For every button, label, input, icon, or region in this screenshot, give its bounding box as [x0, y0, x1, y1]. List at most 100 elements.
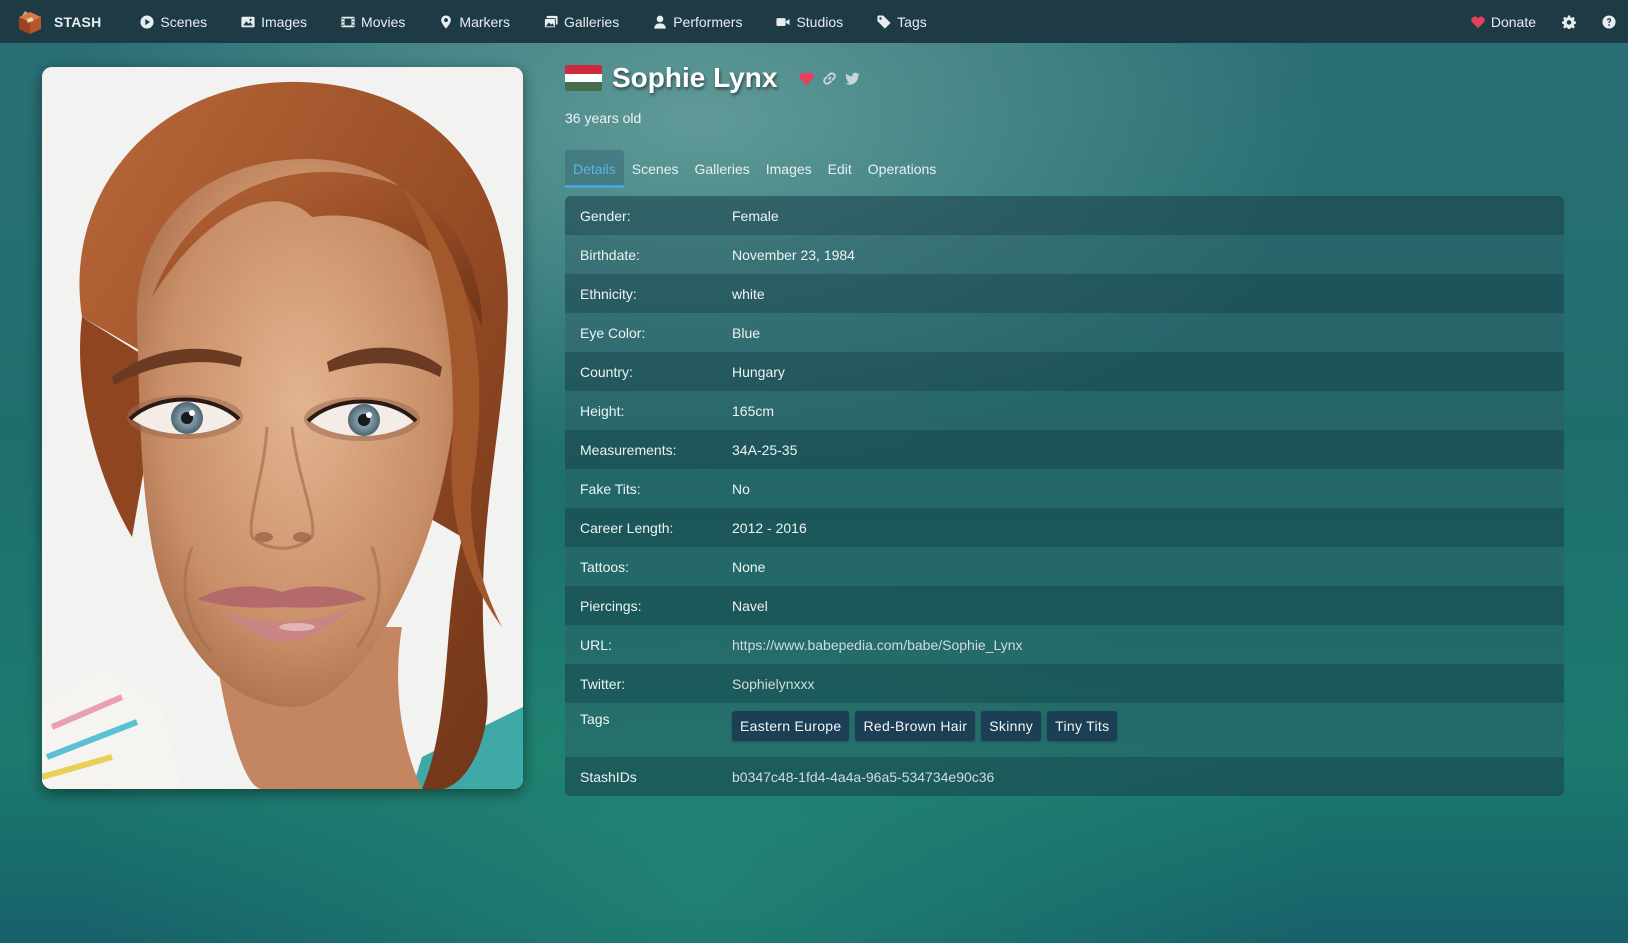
detail-label: StashIDs — [580, 769, 637, 785]
detail-row-twitter: Twitter: Sophielynxxx — [565, 664, 1564, 703]
detail-row-url: URL: https://www.babepedia.com/babe/Soph… — [565, 625, 1564, 664]
country-flag-icon — [565, 65, 602, 91]
nav-tags-label: Tags — [897, 13, 927, 30]
detail-label: Gender: — [580, 207, 631, 224]
nav-images[interactable]: Images — [224, 0, 324, 43]
tag-list: Eastern Europe Red-Brown Hair Skinny Tin… — [732, 711, 1123, 741]
detail-label: Height: — [580, 402, 625, 419]
detail-row-tags: Tags Eastern Europe Red-Brown Hair Skinn… — [565, 703, 1564, 757]
detail-label: Birthdate: — [580, 246, 640, 263]
detail-label: Tags — [580, 711, 610, 727]
flag-stripe-bottom — [565, 82, 602, 91]
details-table: Gender: Female Birthdate: November 23, 1… — [565, 196, 1564, 796]
question-circle-icon — [1602, 14, 1616, 29]
tag-badge[interactable]: Skinny — [981, 711, 1042, 741]
nav-markers-label: Markers — [459, 13, 510, 30]
detail-label: Measurements: — [580, 441, 677, 458]
detail-value: Female — [732, 207, 779, 224]
detail-value: November 23, 1984 — [732, 246, 855, 263]
nav-images-label: Images — [261, 13, 308, 30]
tab-edit[interactable]: Edit — [820, 150, 860, 188]
detail-value: Navel — [732, 597, 768, 614]
detail-value: 34A-25-35 — [732, 441, 798, 458]
detail-row-eye-color: Eye Color: Blue — [565, 313, 1564, 352]
detail-value: 165cm — [732, 402, 775, 419]
stash-logo-icon — [19, 10, 41, 34]
stashid-link[interactable]: b0347c48-1fd4-4a4a-96a5-534734e90c36 — [732, 769, 994, 785]
detail-row-career-length: Career Length: 2012 - 2016 — [565, 508, 1564, 547]
donate-link[interactable]: Donate — [1458, 0, 1549, 43]
tag-badge[interactable]: Eastern Europe — [732, 711, 850, 741]
nav-markers[interactable]: Markers — [422, 0, 527, 43]
performer-age: 36 years old — [565, 110, 642, 126]
detail-value: Hungary — [732, 363, 785, 380]
nav-scenes-label: Scenes — [160, 13, 208, 30]
detail-row-fake-tits: Fake Tits: No — [565, 469, 1564, 508]
help-button[interactable] — [1589, 0, 1628, 43]
link-icon — [823, 71, 837, 85]
nav-movies[interactable]: Movies — [324, 0, 422, 43]
settings-button[interactable] — [1549, 0, 1589, 43]
favorite-button[interactable] — [799, 71, 815, 86]
performer-image[interactable] — [42, 67, 523, 789]
brand[interactable]: STASH — [16, 8, 101, 36]
detail-row-country: Country: Hungary — [565, 352, 1564, 391]
nav-studios[interactable]: Studios — [759, 0, 860, 43]
performer-header: Sophie Lynx 36 years old — [565, 62, 868, 126]
tab-details[interactable]: Details — [565, 150, 624, 188]
user-icon — [654, 15, 666, 29]
nav-performers-label: Performers — [673, 13, 743, 30]
nav-performers[interactable]: Performers — [636, 0, 759, 43]
detail-value: white — [732, 285, 765, 302]
flag-stripe-middle — [565, 73, 602, 83]
tag-icon — [877, 14, 891, 29]
detail-value: Blue — [732, 324, 761, 341]
performer-tabs: Details Scenes Galleries Images Edit Ope… — [565, 150, 944, 188]
images-icon — [543, 15, 558, 28]
detail-value: 2012 - 2016 — [732, 519, 807, 536]
twitter-link[interactable]: Sophielynxxx — [732, 676, 815, 692]
detail-row-birthdate: Birthdate: November 23, 1984 — [565, 235, 1564, 274]
nav-movies-label: Movies — [361, 13, 406, 30]
gear-icon — [1562, 14, 1576, 29]
film-icon — [341, 16, 355, 27]
detail-row-tattoos: Tattoos: None — [565, 547, 1564, 586]
detail-row-gender: Gender: Female — [565, 196, 1564, 235]
detail-row-ethnicity: Ethnicity: white — [565, 274, 1564, 313]
map-marker-icon — [441, 14, 452, 29]
nav-galleries-label: Galleries — [563, 13, 620, 30]
nav-tags[interactable]: Tags — [860, 0, 944, 43]
detail-label: Tattoos: — [580, 558, 630, 575]
heart-icon — [1471, 16, 1485, 28]
nav-galleries[interactable]: Galleries — [527, 0, 636, 43]
play-circle-icon — [140, 14, 154, 29]
heart-icon — [799, 72, 815, 85]
nav-studios-label: Studios — [796, 13, 844, 30]
tag-badge[interactable]: Tiny Tits — [1047, 711, 1118, 741]
detail-row-measurements: Measurements: 34A-25-35 — [565, 430, 1564, 469]
url-link[interactable]: https://www.babepedia.com/babe/Sophie_Ly… — [732, 637, 1023, 653]
tab-operations[interactable]: Operations — [860, 150, 944, 188]
twitter-link-button[interactable] — [845, 71, 860, 86]
url-link-button[interactable] — [822, 71, 837, 86]
detail-row-height: Height: 165cm — [565, 391, 1564, 430]
donate-label: Donate — [1490, 13, 1536, 30]
detail-value: No — [732, 480, 750, 497]
nav-scenes[interactable]: Scenes — [123, 0, 224, 43]
detail-label: Country: — [580, 363, 633, 380]
tab-scenes[interactable]: Scenes — [624, 150, 687, 188]
detail-label: Piercings: — [580, 597, 642, 614]
top-navbar: STASH Scenes Images Movies Markers Galle… — [0, 0, 1628, 43]
tab-images[interactable]: Images — [758, 150, 820, 188]
detail-label: Fake Tits: — [580, 480, 641, 497]
detail-label: Ethnicity: — [580, 285, 637, 302]
detail-value: None — [732, 558, 766, 575]
video-icon — [776, 17, 791, 26]
image-icon — [241, 16, 255, 27]
detail-label: Career Length: — [580, 519, 674, 536]
performer-portrait-illustration — [42, 67, 523, 789]
tab-galleries[interactable]: Galleries — [687, 150, 758, 188]
flag-stripe-top — [565, 65, 602, 74]
tag-badge[interactable]: Red-Brown Hair — [855, 711, 976, 741]
detail-label: URL: — [580, 636, 612, 653]
